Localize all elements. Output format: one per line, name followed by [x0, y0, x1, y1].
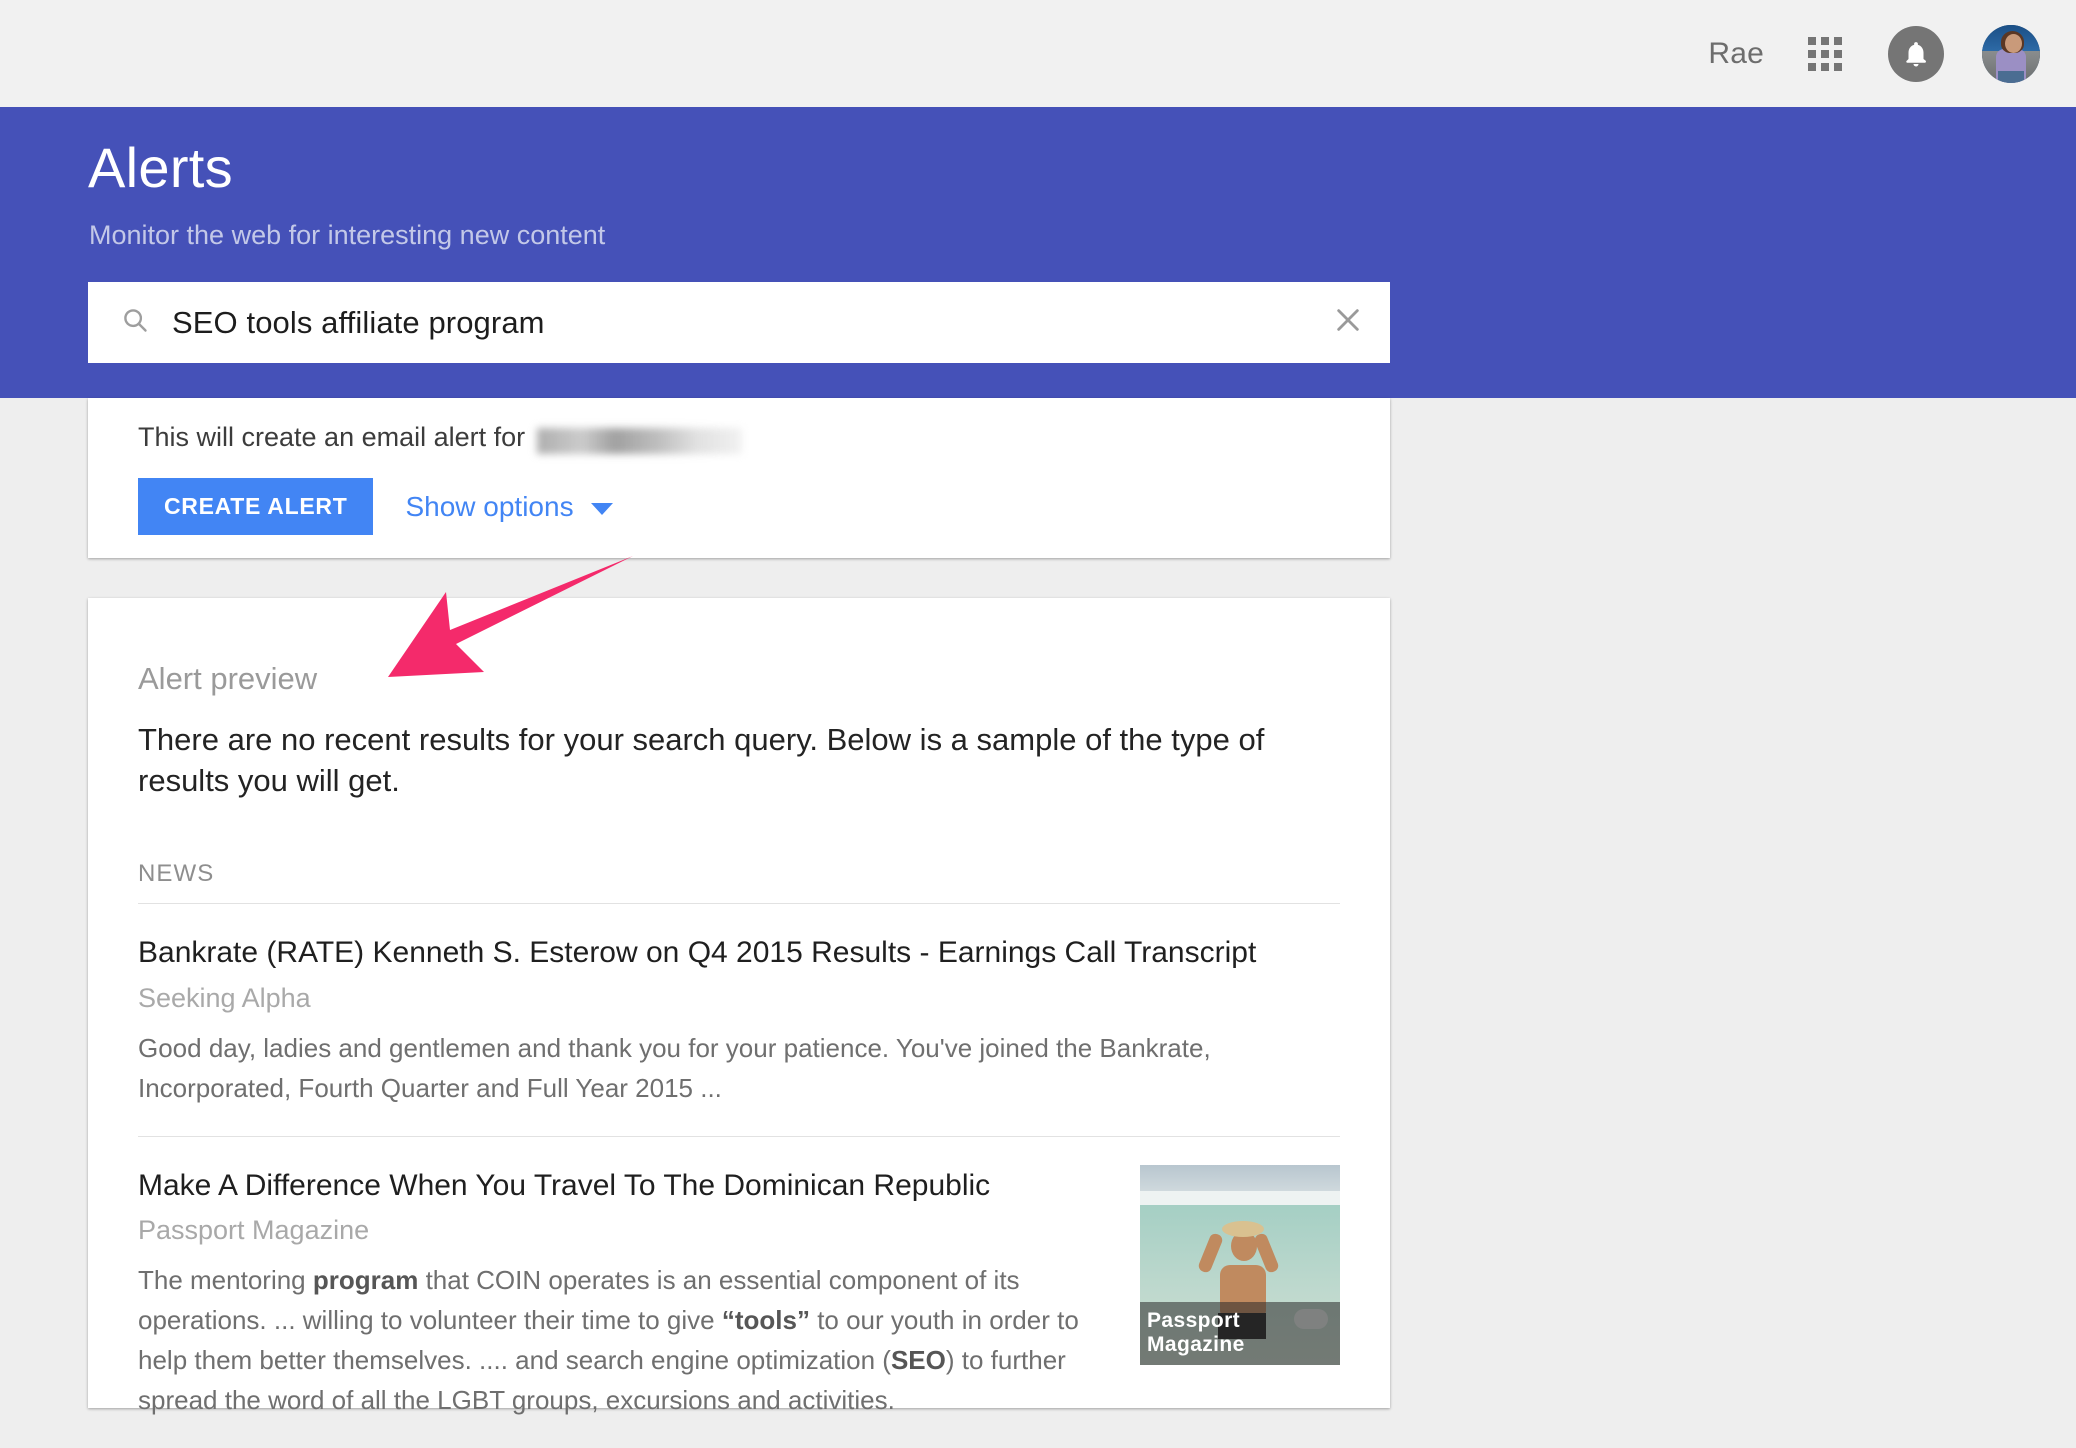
apps-grid-dot — [1834, 62, 1842, 71]
apps-grid-dot — [1821, 36, 1829, 45]
avatar[interactable] — [1982, 24, 2040, 83]
alerts-hero: Alerts Monitor the web for interesting n… — [0, 107, 2076, 398]
notifications-button[interactable] — [1888, 25, 1944, 82]
chevron-down-icon — [590, 502, 613, 515]
thumbnail-surf — [1140, 1190, 1340, 1205]
redacted-email — [537, 427, 743, 454]
apps-grid-dot — [1821, 49, 1829, 58]
news-snippet: Good day, ladies and gentlemen and thank… — [138, 1032, 1211, 1103]
news-title[interactable]: Bankrate (RATE) Kenneth S. Esterow on Q4… — [138, 934, 1340, 972]
page-edge — [2072, 107, 2076, 1407]
avatar-jeans — [1998, 70, 2024, 83]
show-options-button[interactable]: Show options — [405, 490, 613, 523]
news-thumbnail[interactable]: Passport Magazine — [1140, 1164, 1340, 1365]
news-section-label: NEWS — [138, 860, 215, 887]
apps-grid-dot — [1834, 49, 1842, 58]
apps-grid-dot — [1821, 62, 1829, 71]
apps-grid-dot — [1808, 36, 1816, 45]
page-subtitle: Monitor the web for interesting new cont… — [89, 220, 606, 250]
bell-icon — [1906, 41, 1926, 66]
apps-grid-icon[interactable] — [1808, 36, 1842, 71]
create-alert-actions: CREATE ALERT Show options — [138, 478, 613, 535]
avatar-head — [2005, 33, 2022, 53]
news-source: Seeking Alpha — [138, 982, 311, 1013]
create-alert-description: This will create an email alert for — [138, 422, 743, 454]
thumbnail-sky — [1140, 1164, 1340, 1191]
list-item[interactable]: Bankrate (RATE) Kenneth S. Esterow on Q4… — [138, 903, 1340, 1136]
apps-grid-dot — [1808, 49, 1816, 58]
create-alert-button[interactable]: CREATE ALERT — [138, 478, 374, 535]
alert-preview-note: There are no recent results for your sea… — [138, 722, 1265, 798]
apps-grid-dot — [1808, 62, 1816, 71]
alert-preview-label: Alert preview — [138, 661, 318, 696]
page-title: Alerts — [88, 136, 233, 199]
account-name[interactable]: Rae — [1708, 37, 1764, 71]
search-icon — [120, 305, 150, 340]
search-input[interactable]: SEO tools affiliate program — [172, 305, 1332, 341]
show-options-label: Show options — [405, 490, 574, 522]
apps-grid-dot — [1834, 36, 1842, 45]
close-icon[interactable] — [1332, 304, 1364, 341]
thumbnail-caption: Passport Magazine — [1140, 1301, 1340, 1365]
alert-preview-card: Alert preview There are no recent result… — [88, 598, 1390, 1415]
news-results-list: Bankrate (RATE) Kenneth S. Esterow on Q4… — [138, 903, 1340, 1448]
create-alert-text: This will create an email alert for — [138, 422, 526, 452]
thumbnail-hat — [1222, 1220, 1264, 1237]
list-item[interactable]: Make A Difference When You Travel To The… — [138, 1135, 1340, 1448]
create-alert-card: This will create an email alert for CREA… — [88, 398, 1390, 558]
account-topbar: Rae — [0, 0, 2076, 107]
search-bar[interactable]: SEO tools affiliate program — [88, 282, 1390, 363]
